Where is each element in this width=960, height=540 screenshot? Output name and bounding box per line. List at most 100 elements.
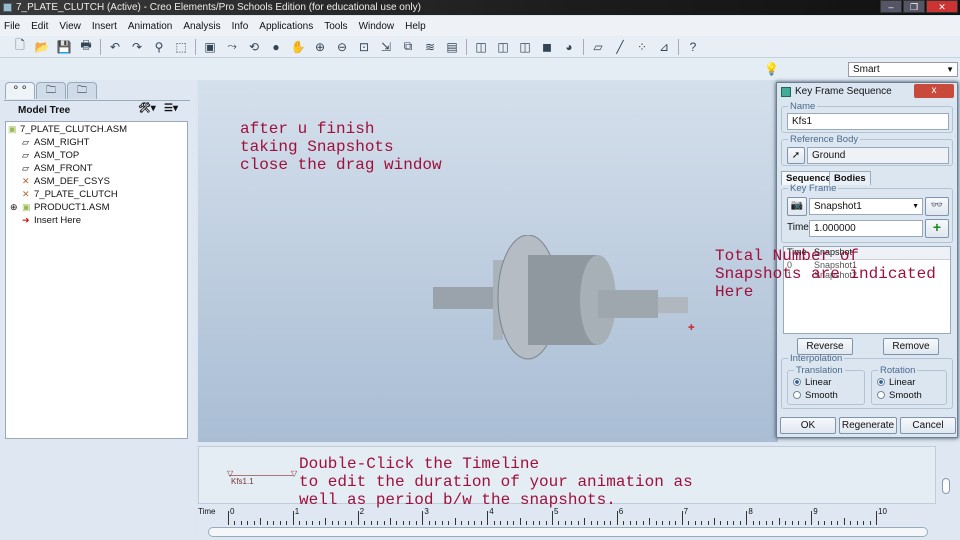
shaded-icon[interactable]: ◼ bbox=[539, 39, 555, 55]
enhanced-realism-icon[interactable]: ◕ bbox=[561, 39, 577, 55]
drag-components-icon[interactable]: ⤳ bbox=[224, 39, 240, 55]
tree-item[interactable]: ⊕ ▣ PRODUCT1.ASM bbox=[10, 202, 109, 213]
tree-columns-icon[interactable]: ☰▾ bbox=[164, 103, 178, 114]
pan-icon[interactable]: ✋ bbox=[290, 39, 306, 55]
kfs-end-marker[interactable]: ▽ bbox=[291, 469, 297, 478]
ruler-tick bbox=[629, 521, 631, 525]
reorient-icon[interactable]: ⇲ bbox=[378, 39, 394, 55]
maximize-button[interactable]: ❐ bbox=[903, 0, 925, 13]
zoom-out-icon[interactable]: ⊖ bbox=[334, 39, 350, 55]
expand-icon[interactable]: ⊕ bbox=[10, 202, 20, 213]
ruler-tick bbox=[228, 511, 229, 525]
rotation-smooth-radio[interactable]: Smooth bbox=[877, 390, 922, 401]
close-button[interactable]: ✕ bbox=[926, 0, 958, 13]
ruler-tick bbox=[402, 521, 404, 525]
time-input[interactable]: 1.000000 bbox=[809, 220, 923, 237]
tree-item[interactable]: ✕ 7_PLATE_CLUTCH bbox=[22, 189, 118, 200]
view-manager-icon[interactable]: ▤ bbox=[444, 39, 460, 55]
tree-item[interactable]: ➜ Insert Here bbox=[22, 215, 81, 226]
no-hidden-icon[interactable]: ◫ bbox=[517, 39, 533, 55]
selection-filter-dropdown[interactable]: Smart ▼ bbox=[848, 62, 958, 77]
dialog-close-button[interactable]: x bbox=[914, 84, 954, 98]
refit-icon[interactable]: ⊡ bbox=[356, 39, 372, 55]
undo-icon[interactable]: ↶ bbox=[107, 39, 123, 55]
hidden-line-icon[interactable]: ◫ bbox=[495, 39, 511, 55]
datum-points-icon[interactable]: ⁘ bbox=[634, 39, 650, 55]
menu-file[interactable]: File bbox=[4, 21, 20, 32]
dialog-title-bar[interactable]: Key Frame Sequence x bbox=[777, 83, 957, 101]
select-box-icon[interactable]: ⬚ bbox=[173, 39, 189, 55]
ok-button[interactable]: OK bbox=[780, 417, 836, 434]
snapshot-select[interactable]: Snapshot1 ▼ bbox=[809, 198, 923, 215]
menu-analysis[interactable]: Analysis bbox=[183, 21, 220, 32]
ruler-tick bbox=[765, 521, 767, 525]
translation-linear-radio[interactable]: Linear bbox=[793, 377, 831, 388]
tree-item[interactable]: ▱ ASM_RIGHT bbox=[22, 137, 89, 148]
tree-item[interactable]: ▱ ASM_FRONT bbox=[22, 163, 93, 174]
tab-model-tree[interactable]: ⚬⚬ bbox=[5, 82, 35, 99]
ruler-tick bbox=[299, 521, 301, 525]
tab-folder-browser[interactable]: 🗀 bbox=[36, 82, 66, 99]
menu-help[interactable]: Help bbox=[405, 21, 426, 32]
menu-window[interactable]: Window bbox=[359, 21, 395, 32]
ruler-tick bbox=[260, 518, 262, 525]
save-icon[interactable]: 💾 bbox=[56, 39, 72, 55]
layers-icon[interactable]: ≋ bbox=[422, 39, 438, 55]
shading-icon[interactable]: ● bbox=[268, 39, 284, 55]
csys-icon[interactable]: ⊿ bbox=[656, 39, 672, 55]
camera-icon[interactable]: 📷 bbox=[787, 197, 807, 216]
menu-animation[interactable]: Animation bbox=[128, 21, 172, 32]
kfs-bar[interactable] bbox=[229, 475, 293, 476]
print-icon[interactable]: 🖶 bbox=[78, 38, 94, 55]
menu-view[interactable]: View bbox=[59, 21, 81, 32]
cancel-button[interactable]: Cancel bbox=[900, 417, 956, 434]
horizontal-scrollbar[interactable] bbox=[208, 527, 928, 537]
ruler-tick bbox=[305, 521, 307, 525]
menu-applications[interactable]: Applications bbox=[259, 21, 313, 32]
open-icon[interactable]: 📂 bbox=[34, 39, 50, 55]
tree-item[interactable]: ▱ ASM_TOP bbox=[22, 150, 79, 161]
title-bar: 7_PLATE_CLUTCH (Active) - Creo Elements/… bbox=[0, 0, 960, 15]
rotation-linear-radio[interactable]: Linear bbox=[877, 377, 915, 388]
view-snapshot-button[interactable]: 👓 bbox=[925, 197, 949, 216]
ruler-tick bbox=[707, 521, 709, 525]
ruler-tick bbox=[441, 521, 443, 525]
saved-views-icon[interactable]: ⧉ bbox=[400, 39, 416, 55]
menu-info[interactable]: Info bbox=[232, 21, 249, 32]
context-help-icon[interactable]: ? bbox=[685, 39, 701, 55]
regenerate-button[interactable]: Regenerate bbox=[839, 417, 897, 434]
bulb-icon[interactable]: 💡 bbox=[764, 62, 779, 76]
vertical-scrollbar[interactable] bbox=[938, 446, 956, 504]
tree-settings-icon[interactable]: 🛠▾ bbox=[138, 103, 156, 114]
ruler-tick bbox=[564, 521, 566, 525]
tree-item[interactable]: ✕ ASM_DEF_CSYS bbox=[22, 176, 110, 187]
name-input[interactable]: Kfs1 bbox=[787, 113, 949, 130]
ruler-tick bbox=[720, 521, 722, 525]
repaint-icon[interactable]: ▣ bbox=[202, 39, 218, 55]
find-icon[interactable]: ⚲ bbox=[151, 39, 167, 55]
wireframe-icon[interactable]: ◫ bbox=[473, 39, 489, 55]
menu-edit[interactable]: Edit bbox=[31, 21, 48, 32]
menu-tools[interactable]: Tools bbox=[324, 21, 347, 32]
add-keyframe-button[interactable]: + bbox=[925, 219, 949, 238]
toolbar: 🗋 📂 💾 🖶 ↶ ↷ ⚲ ⬚ ▣ ⤳ ⟲ ● ✋ ⊕ ⊖ ⊡ ⇲ ⧉ ≋ ▤ ◫ ◫ ◫ ◼ ◕ ▱ ╱ ⁘ ⊿? bbox=[0, 36, 960, 58]
timeline-area[interactable]: ▽ ▽ Kfs1.1 Double-Click the Timeline to … bbox=[198, 446, 936, 509]
redo-icon[interactable]: ↷ bbox=[129, 39, 145, 55]
menu-insert[interactable]: Insert bbox=[92, 21, 117, 32]
datum-axes-icon[interactable]: ╱ bbox=[612, 39, 628, 55]
translation-smooth-radio[interactable]: Smooth bbox=[793, 390, 838, 401]
tree-item[interactable]: ▣ 7_PLATE_CLUTCH.ASM bbox=[8, 124, 127, 135]
ruler-tick bbox=[279, 521, 281, 525]
datum-planes-icon[interactable]: ▱ bbox=[590, 39, 606, 55]
new-icon[interactable]: 🗋 bbox=[12, 38, 28, 55]
tab-favorites[interactable]: 🗀 bbox=[67, 82, 97, 99]
minimize-button[interactable]: – bbox=[880, 0, 902, 13]
ruler-tick-label: 6 bbox=[618, 507, 624, 516]
ruler-tick bbox=[869, 521, 871, 525]
rotation-label: Rotation bbox=[880, 365, 916, 376]
select-reference-button[interactable]: ➚ bbox=[787, 147, 805, 164]
spin-center-icon[interactable]: ⟲ bbox=[246, 39, 262, 55]
graphics-window[interactable]: ✚ after u finish taking Snapshots close … bbox=[198, 80, 778, 442]
zoom-in-icon[interactable]: ⊕ bbox=[312, 39, 328, 55]
time-ruler[interactable]: 0 1 2 3 4 5 6 7 8 9 10 bbox=[228, 507, 887, 525]
